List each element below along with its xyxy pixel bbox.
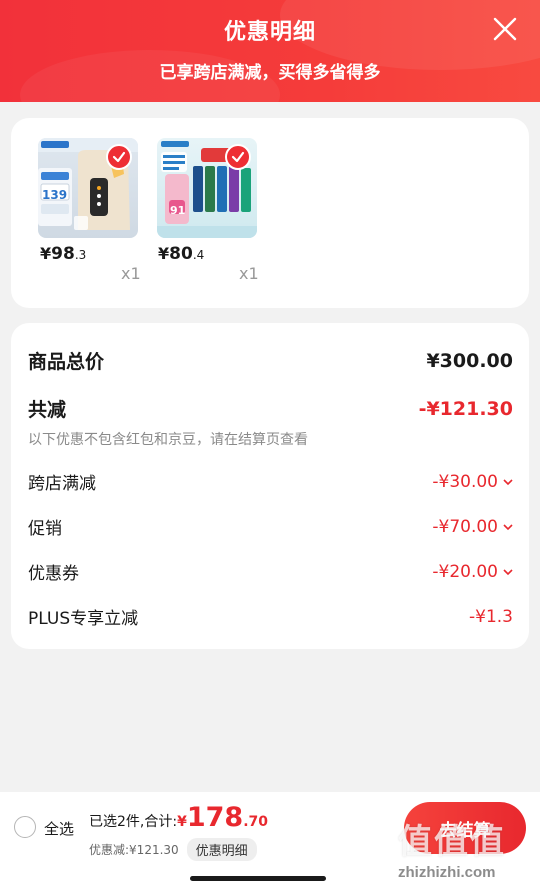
- discount-item-value: -¥1.3: [469, 606, 513, 627]
- home-indicator[interactable]: [190, 876, 326, 881]
- order-total: 已选2件,合计: ¥ 178 .70: [89, 802, 268, 833]
- total-reduction-row: 共减 -¥121.30: [28, 395, 513, 422]
- watermark-text: 值值值: [398, 822, 506, 862]
- discount-item-row[interactable]: 促销 -¥70.00: [28, 514, 513, 539]
- watermark-url: zhizhizhi.com: [398, 864, 496, 881]
- chevron-down-icon[interactable]: [503, 523, 513, 531]
- selected-count-text: 已选2件,合计:: [89, 814, 178, 830]
- chevron-down-icon[interactable]: [503, 478, 513, 486]
- product-item[interactable]: 91: [157, 138, 257, 238]
- selected-check-icon[interactable]: [106, 144, 132, 170]
- select-all-label[interactable]: 全选: [44, 818, 74, 839]
- discount-amount-text: 优惠减:¥121.30: [89, 843, 179, 857]
- page-title: 优惠明细: [223, 20, 316, 45]
- product-quantity: x1: [239, 264, 259, 283]
- total-decimal: .70: [243, 814, 269, 830]
- price-decimal: .4: [192, 248, 205, 262]
- currency-symbol: ¥: [40, 244, 52, 263]
- selected-check-icon[interactable]: [225, 144, 251, 170]
- discount-item-value: -¥20.00: [432, 561, 498, 582]
- product-price: ¥ 98 .3: [40, 244, 86, 270]
- product-quantity: x1: [121, 264, 141, 283]
- chevron-down-icon[interactable]: [503, 568, 513, 576]
- product-price: ¥ 80 .4: [158, 244, 204, 270]
- price-decimal: .3: [74, 248, 87, 262]
- discount-hint: 以下优惠不包含红包和京豆，请在结算页查看: [28, 432, 308, 448]
- discount-item-value: -¥30.00: [432, 471, 498, 492]
- discount-item-label: 优惠券: [28, 564, 79, 584]
- discount-item-label: 促销: [28, 519, 62, 539]
- discount-line: 优惠减:¥121.30 优惠明细: [89, 838, 257, 861]
- discount-detail-button[interactable]: 优惠明细: [186, 838, 257, 861]
- discount-item-row: PLUS专享立减 -¥1.3: [28, 604, 513, 630]
- currency-symbol: ¥: [158, 244, 170, 263]
- total-integer: 178: [186, 802, 244, 833]
- total-price-value: ¥300.00: [426, 349, 513, 372]
- total-price-label: 商品总价: [28, 351, 105, 373]
- toothpaste-set-image: 91: [157, 138, 257, 238]
- price-badge: 139: [42, 188, 68, 202]
- product-list-card: 139 ¥ 98 .3 x1 91 ¥ 80 .4 x1: [11, 118, 529, 308]
- discount-item-label: 跨店满减: [28, 474, 96, 494]
- price-badge: 91: [170, 204, 186, 217]
- product-item[interactable]: 139: [38, 138, 138, 238]
- discount-item-label: PLUS专享立减: [28, 609, 139, 629]
- discount-item-value: -¥70.00: [432, 516, 498, 537]
- header: 优惠明细 已享跨店满减，买得多省得多: [0, 0, 540, 102]
- close-icon: [493, 17, 517, 41]
- discount-item-row[interactable]: 优惠券 -¥20.00: [28, 559, 513, 584]
- discount-summary-card: 商品总价 ¥300.00 共减 -¥121.30 以下优惠不包含红包和京豆，请在…: [11, 323, 529, 649]
- total-reduction-value: -¥121.30: [418, 397, 513, 420]
- soymilk-maker-image: 139: [38, 138, 138, 238]
- select-all-radio[interactable]: [14, 816, 36, 838]
- close-button[interactable]: [488, 12, 522, 46]
- price-integer: 98: [51, 244, 75, 264]
- discount-item-row[interactable]: 跨店满减 -¥30.00: [28, 469, 513, 494]
- price-integer: 80: [169, 244, 193, 264]
- total-price-row: 商品总价 ¥300.00: [28, 347, 513, 374]
- page-subtitle: 已享跨店满减，买得多省得多: [159, 63, 381, 83]
- total-reduction-label: 共减: [28, 399, 67, 421]
- total-currency: ¥: [177, 814, 187, 830]
